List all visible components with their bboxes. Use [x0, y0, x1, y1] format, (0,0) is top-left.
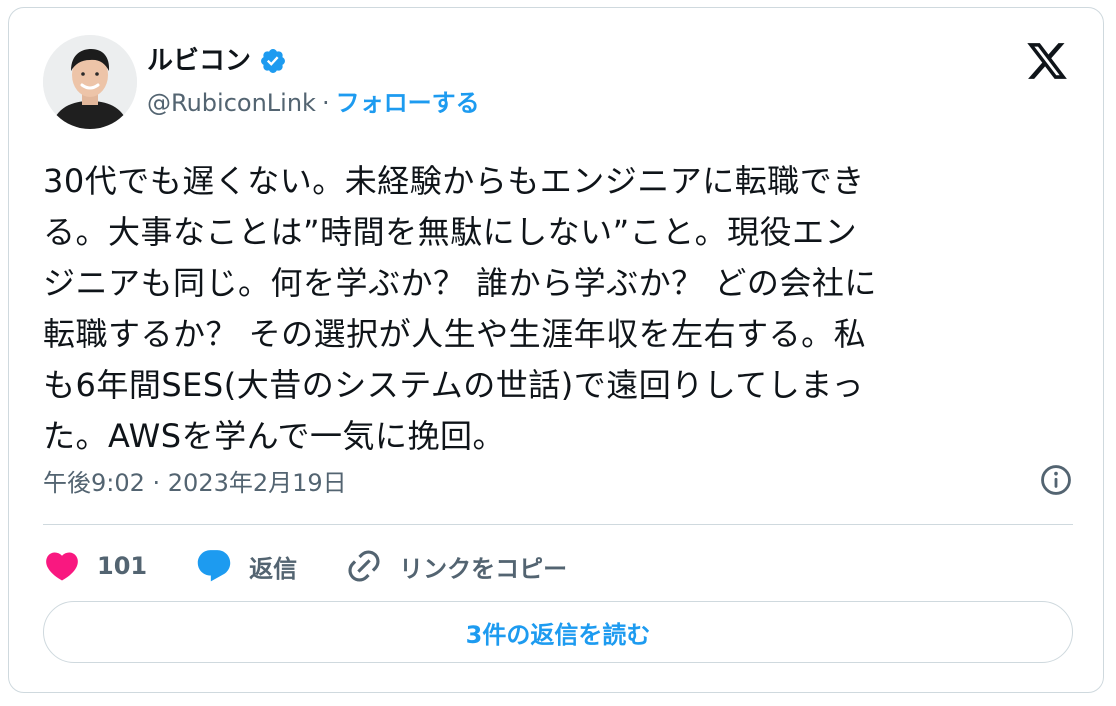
author-display-name[interactable]: ルビコン [147, 44, 251, 78]
x-logo-icon[interactable] [1025, 39, 1069, 83]
author-handle-row: @RubiconLink · フォローする [147, 86, 480, 120]
reply-label: 返信 [249, 554, 298, 583]
like-count: 101 [97, 552, 148, 580]
reply-button[interactable]: 返信 [195, 547, 297, 585]
avatar[interactable] [43, 35, 137, 129]
divider [43, 524, 1073, 525]
info-icon[interactable] [1039, 463, 1073, 497]
author-handle[interactable]: @RubiconLink [147, 86, 316, 120]
verified-badge-icon [261, 49, 285, 73]
speech-bubble-icon [197, 550, 231, 582]
tweet-actions: 101 返信 リンクをコピー [43, 541, 615, 591]
copy-link-button[interactable]: リンクをコピー [345, 547, 567, 585]
tweet-timestamp[interactable]: 午後9:02 · 2023年2月19日 [43, 463, 347, 498]
read-replies-button[interactable]: 3件の返信を読む [43, 601, 1073, 663]
like-button[interactable]: 101 [43, 547, 147, 585]
tweet-embed-card: ルビコン @RubiconLink · フォローする 30代でも遅くない。未経験… [8, 7, 1104, 693]
copy-link-label: リンクをコピー [399, 554, 568, 583]
follow-button[interactable]: フォローする [336, 86, 480, 120]
avatar-photo [43, 35, 137, 129]
heart-icon [46, 552, 78, 581]
tweet-meta-row: 午後9:02 · 2023年2月19日 [43, 460, 1073, 500]
link-icon [348, 550, 380, 582]
separator-dot: · [321, 89, 330, 117]
tweet-text: 30代でも遅くない。未経験からもエンジニアに転職でき る。大事なことは”時間を無… [43, 162, 877, 455]
author-name-row: ルビコン [147, 44, 287, 78]
